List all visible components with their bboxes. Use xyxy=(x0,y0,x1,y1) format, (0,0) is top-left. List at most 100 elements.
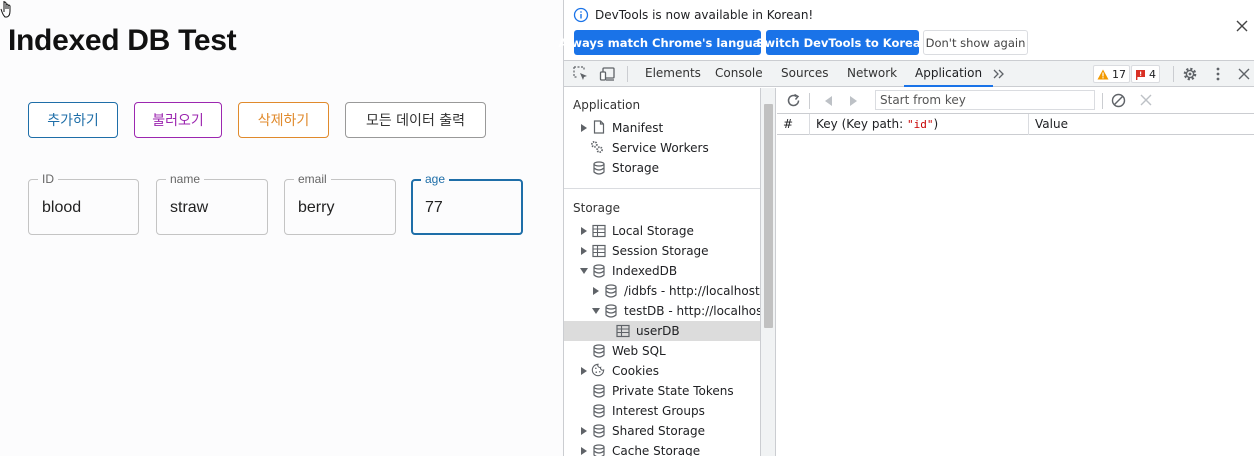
collapse-arrow-icon[interactable] xyxy=(592,308,600,314)
clear-object-store-icon[interactable] xyxy=(1110,92,1127,109)
sidebar-item-shared-storage[interactable]: Shared Storage xyxy=(564,421,760,441)
dont-show-again-button[interactable]: Don't show again xyxy=(923,30,1028,55)
settings-gear-icon[interactable] xyxy=(1181,65,1199,83)
expand-arrow-icon[interactable] xyxy=(581,227,587,235)
expand-arrow-icon[interactable] xyxy=(581,427,587,435)
database-icon xyxy=(593,344,605,358)
sidebar-item-label: /idbfs - http://localhost:3( xyxy=(624,284,761,298)
sidebar-item-indexeddb[interactable]: IndexedDB xyxy=(564,261,760,281)
key-path-value: "id" xyxy=(906,118,934,131)
close-icon[interactable] xyxy=(1234,18,1250,34)
column-header-label: Value xyxy=(1035,117,1068,131)
column-header-label: # xyxy=(783,117,794,131)
tab-console[interactable]: Console xyxy=(715,61,763,87)
tab-elements[interactable]: Elements xyxy=(645,61,701,87)
expand-arrow-icon[interactable] xyxy=(593,287,599,295)
name-field-label: name xyxy=(166,172,205,186)
mouse-cursor-icon xyxy=(0,1,11,18)
email-field[interactable]: email berry xyxy=(284,172,396,235)
sidebar-item-session-storage[interactable]: Session Storage xyxy=(564,241,760,261)
sidebar-item-userdb[interactable]: userDB xyxy=(564,321,760,341)
info-icon xyxy=(573,7,589,23)
column-header-label: Key (Key path: xyxy=(816,117,907,131)
age-field[interactable]: age 77 xyxy=(411,172,523,235)
sidebar-item-storage-overview[interactable]: Storage xyxy=(564,158,760,178)
id-field[interactable]: ID blood xyxy=(28,172,139,235)
sidebar-item-private-state-tokens[interactable]: Private State Tokens xyxy=(564,381,760,401)
expand-arrow-icon[interactable] xyxy=(581,367,587,375)
database-icon xyxy=(593,404,605,418)
scrollbar-thumb[interactable] xyxy=(764,104,773,328)
table-icon xyxy=(592,224,606,238)
tabbar-separator xyxy=(627,66,628,82)
start-key-input[interactable]: Start from key xyxy=(875,90,1095,110)
warnings-count: 17 xyxy=(1112,67,1126,81)
sidebar-item-idbfs[interactable]: /idbfs - http://localhost:3( xyxy=(564,281,761,301)
sidebar-item-local-storage[interactable]: Local Storage xyxy=(564,221,760,241)
sidebar-item-label: Private State Tokens xyxy=(612,384,734,398)
more-tabs-chevron-icon[interactable] xyxy=(990,65,1008,83)
column-header-key[interactable]: Key (Key path: "id") xyxy=(810,114,1029,135)
next-page-icon[interactable] xyxy=(850,96,857,106)
age-field-value: 77 xyxy=(425,199,443,216)
language-infobar: DevTools is now available in Korean! Alw… xyxy=(559,0,1254,60)
id-field-label: ID xyxy=(38,172,58,186)
load-button[interactable]: 불러오기 xyxy=(134,102,222,138)
email-field-value: berry xyxy=(298,199,335,216)
close-devtools-icon[interactable] xyxy=(1235,65,1253,83)
refresh-icon[interactable] xyxy=(785,92,802,109)
switch-language-button[interactable]: Switch DevTools to Korean xyxy=(756,30,929,55)
table-icon xyxy=(616,324,630,338)
previous-page-icon[interactable] xyxy=(825,96,832,106)
data-table-header: # Key (Key path: "id") Value xyxy=(777,114,1254,135)
sidebar-scrollbar[interactable] xyxy=(761,88,776,456)
tab-network[interactable]: Network xyxy=(847,61,897,87)
expand-arrow-icon[interactable] xyxy=(581,447,587,455)
name-field-value: straw xyxy=(170,199,209,216)
collapse-arrow-icon[interactable] xyxy=(580,268,588,274)
expand-arrow-icon[interactable] xyxy=(581,124,587,132)
tab-application[interactable]: Application xyxy=(904,61,994,87)
database-icon xyxy=(605,304,617,318)
toolbar-separator xyxy=(1102,93,1103,109)
errors-badge[interactable]: 4 xyxy=(1131,65,1160,83)
sidebar-item-testdb[interactable]: testDB - http://localhost:3 xyxy=(564,301,760,321)
name-field[interactable]: name straw xyxy=(156,172,268,235)
sidebar-item-label: Local Storage xyxy=(612,224,694,238)
warning-icon xyxy=(1097,69,1109,79)
match-language-button[interactable]: Always match Chrome's language xyxy=(559,30,776,55)
sidebar-item-label: Shared Storage xyxy=(612,424,706,438)
database-icon xyxy=(593,444,605,456)
infobar-message: DevTools is now available in Korean! xyxy=(595,8,814,22)
sidebar-item-cookies[interactable]: Cookies xyxy=(564,361,760,381)
sidebar-item-label: Service Workers xyxy=(612,141,709,155)
sidebar-item-label: Web SQL xyxy=(612,344,666,358)
sidebar-item-manifest[interactable]: Manifest xyxy=(564,118,760,138)
sidebar-item-cache-storage[interactable]: Cache Storage xyxy=(564,441,760,456)
sidebar-item-interest-groups[interactable]: Interest Groups xyxy=(564,401,760,421)
sidebar-item-label: Session Storage xyxy=(612,244,709,258)
sidebar-item-service-workers[interactable]: Service Workers xyxy=(564,138,760,158)
sidebar-item-web-sql[interactable]: Web SQL xyxy=(564,341,760,361)
sidebar-divider xyxy=(564,188,760,189)
sidebar-item-label: Manifest xyxy=(612,121,664,135)
column-header-label: ) xyxy=(933,117,939,131)
print-all-button[interactable]: 모든 데이터 출력 xyxy=(345,102,486,138)
column-header-value[interactable]: Value xyxy=(1029,114,1254,135)
inspect-element-icon[interactable] xyxy=(572,65,590,83)
expand-arrow-icon[interactable] xyxy=(581,247,587,255)
tab-sources[interactable]: Sources xyxy=(781,61,828,87)
add-button[interactable]: 추가하기 xyxy=(28,102,118,138)
column-header-index[interactable]: # xyxy=(777,114,810,135)
cookie-icon xyxy=(591,363,605,377)
device-toolbar-icon[interactable] xyxy=(599,65,617,83)
email-field-label: email xyxy=(294,172,331,186)
document-icon xyxy=(593,120,605,134)
warnings-badge[interactable]: 17 xyxy=(1093,65,1130,83)
more-options-icon[interactable] xyxy=(1209,65,1227,83)
delete-button[interactable]: 삭제하기 xyxy=(238,102,329,138)
id-field-value: blood xyxy=(42,199,82,216)
storage-section-title: Storage xyxy=(573,201,620,215)
sidebar-item-label: Cookies xyxy=(612,364,659,378)
delete-selected-icon[interactable] xyxy=(1139,93,1153,107)
